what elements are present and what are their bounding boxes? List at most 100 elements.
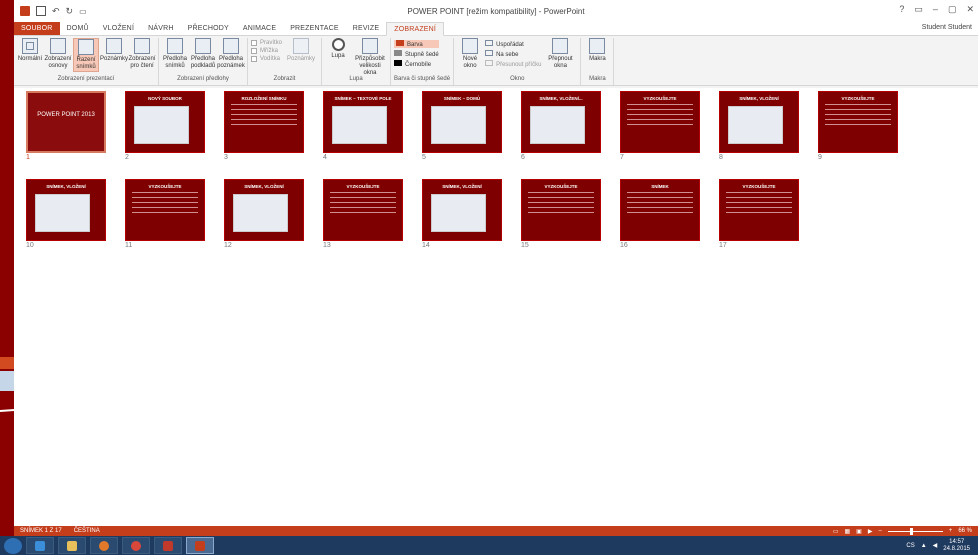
arrange-all-button[interactable]: Uspořádat (485, 40, 541, 48)
zoom-slider[interactable] (887, 527, 943, 535)
taskbar-explorer[interactable] (58, 537, 86, 554)
slide-thumbnail[interactable]: SNÍMEK – TEXTOVÉ POLE 4 (323, 91, 403, 161)
zoom-in-icon[interactable]: + (949, 528, 953, 534)
slide-thumbnail[interactable]: VYZKOUŠEJTE 15 (521, 179, 601, 249)
taskbar-chrome[interactable] (122, 537, 150, 554)
slide-thumbnail[interactable]: VYZKOUŠEJTE 17 (719, 179, 799, 249)
slide-thumbnail[interactable]: NOVÝ SOUBOR 2 (125, 91, 205, 161)
slide-thumbnail[interactable]: VYZKOUŠEJTE 11 (125, 179, 205, 249)
ruler-checkbox[interactable]: Pravítko (251, 40, 282, 46)
slide-thumbnail[interactable]: SNÍMEK, VLOŽENÍ 10 (26, 179, 106, 249)
tab-file[interactable]: SOUBOR (14, 22, 60, 35)
text-line (825, 119, 891, 120)
status-right: ▭ ▦ ▣ ▶ – + 66 % (833, 527, 978, 535)
cascade-button[interactable]: Na sebe (485, 50, 541, 58)
new-window-icon (462, 38, 479, 54)
cascade-icon (485, 50, 494, 56)
bullet-lines (726, 192, 792, 217)
slide-thumbnail[interactable]: SNÍMEK, VLOŽENÍ 14 (422, 179, 502, 249)
keyboard-language[interactable]: CS (906, 543, 914, 549)
reading-view-icon[interactable]: ▣ (856, 528, 862, 535)
switch-windows-button[interactable]: Přepnout okna (543, 38, 577, 70)
slide-thumbnail[interactable]: SNÍMEK, VLOŽENÍ 12 (224, 179, 304, 249)
close-icon[interactable]: ✕ (966, 4, 974, 15)
maximize-icon[interactable]: ▢ (948, 4, 957, 15)
taskbar-media[interactable] (90, 537, 118, 554)
slide-master-icon (167, 38, 183, 54)
grayscale-button[interactable]: Stupně šedé (394, 50, 439, 58)
text-line (627, 124, 693, 125)
slide-sorter-icon[interactable]: ▦ (844, 528, 850, 535)
arrange-icon (485, 40, 494, 46)
text-line (330, 202, 396, 203)
taskbar-powerpoint[interactable] (186, 537, 214, 554)
chrome-icon (131, 540, 141, 551)
color-button[interactable]: Barva (394, 40, 439, 48)
text-line (726, 192, 792, 193)
fit-to-window-button[interactable]: Přizpůsobit velikosti okna (353, 38, 387, 77)
start-button[interactable] (4, 537, 22, 554)
tab-home[interactable]: DOMŮ (60, 22, 96, 35)
slideshow-icon[interactable]: ▶ (868, 528, 873, 535)
normal-view-button[interactable]: Normální (17, 38, 43, 63)
minimize-icon[interactable]: – (933, 4, 938, 15)
black-white-button[interactable]: Černobíle (394, 60, 439, 68)
handout-master-button[interactable]: Předloha podkladů (190, 38, 216, 70)
macros-button[interactable]: Makra (584, 38, 610, 63)
button-label: Zobrazení osnovy (44, 56, 72, 69)
black-white-swatch (394, 60, 403, 66)
zoom-button[interactable]: Lupa (325, 38, 351, 60)
volume-icon[interactable]: ◀ (933, 542, 938, 549)
guides-checkbox[interactable]: Vodítka (251, 56, 282, 62)
tab-animations[interactable]: ANIMACE (236, 22, 283, 35)
zoom-level[interactable]: 66 % (958, 528, 972, 534)
slide-thumbnail[interactable]: VYZKOUŠEJTE 7 (620, 91, 700, 161)
status-bar: SNÍMEK 1 Z 17 ČEŠTINA ▭ ▦ ▣ ▶ – + 66 % (14, 526, 978, 536)
gridlines-checkbox[interactable]: Mřížka (251, 48, 282, 54)
group-master-views: Předloha snímků Předloha podkladů Předlo… (159, 38, 248, 85)
notes-page-button[interactable]: Poznámky (100, 38, 128, 63)
tab-view[interactable]: ZOBRAZENÍ (386, 22, 445, 36)
bullet-lines (330, 192, 396, 217)
ribbon-display-icon[interactable]: ▭ (914, 4, 923, 15)
window-controls: ? ▭ – ▢ ✕ (899, 4, 974, 15)
slide-master-button[interactable]: Předloha snímků (162, 38, 188, 70)
slide-thumbnail[interactable]: SNÍMEK, VLOŽENÍ 8 (719, 91, 799, 161)
taskbar-app[interactable] (154, 537, 182, 554)
slide-thumbnail[interactable]: SNÍMEK, VLOŽENÍ... 6 (521, 91, 601, 161)
option-label: Stupně šedé (405, 52, 439, 58)
split-icon (485, 60, 494, 66)
normal-view-icon[interactable]: ▭ (833, 528, 839, 535)
slide-thumbnail[interactable]: ROZLOŽENÍ SNÍMKU 3 (224, 91, 304, 161)
notes-master-button[interactable]: Předloha poznámek (217, 38, 245, 70)
slide-preview: SNÍMEK, VLOŽENÍ (224, 179, 304, 241)
help-icon[interactable]: ? (899, 4, 904, 15)
reading-view-button[interactable]: Zobrazení pro čtení (128, 38, 156, 70)
slide-thumbnail[interactable]: SNÍMEK – DOMŮ 5 (422, 91, 502, 161)
slide-thumbnail[interactable]: VYZKOUŠEJTE 9 (818, 91, 898, 161)
slide-sorter-button[interactable]: Řazení snímků (73, 38, 99, 72)
taskbar-ie[interactable] (26, 537, 54, 554)
zoom-out-icon[interactable]: – (878, 528, 881, 534)
clock[interactable]: 14:57 24.8.2015 (943, 539, 970, 553)
slide-heading: VYZKOUŠEJTE (148, 184, 182, 189)
tab-slideshow[interactable]: PREZENTACE (283, 22, 346, 35)
slide-thumbnail[interactable]: SNÍMEK 16 (620, 179, 700, 249)
outline-view-button[interactable]: Zobrazení osnovy (44, 38, 72, 70)
button-label: Zobrazení pro čtení (128, 56, 156, 69)
tab-review[interactable]: REVIZE (346, 22, 386, 35)
slide-heading: NOVÝ SOUBOR (148, 96, 182, 101)
slide-thumbnail[interactable]: POWER POINT 2013 1 (26, 91, 106, 161)
network-icon[interactable]: ▲ (921, 543, 927, 549)
notes-button[interactable]: Poznámky (284, 38, 318, 63)
group-label: Okno (510, 76, 525, 82)
tab-transitions[interactable]: PŘECHODY (181, 22, 236, 35)
user-account[interactable]: Student Student (922, 24, 972, 31)
tab-insert[interactable]: VLOŽENÍ (96, 22, 141, 35)
move-split-button[interactable]: Přesunout příčku (485, 60, 541, 68)
tab-design[interactable]: NÁVRH (141, 22, 181, 35)
button-label: Makra (589, 56, 606, 62)
slide-thumbnail[interactable]: VYZKOUŠEJTE 13 (323, 179, 403, 249)
new-window-button[interactable]: Nové okno (457, 38, 483, 70)
language-indicator[interactable]: ČEŠTINA (74, 528, 100, 534)
